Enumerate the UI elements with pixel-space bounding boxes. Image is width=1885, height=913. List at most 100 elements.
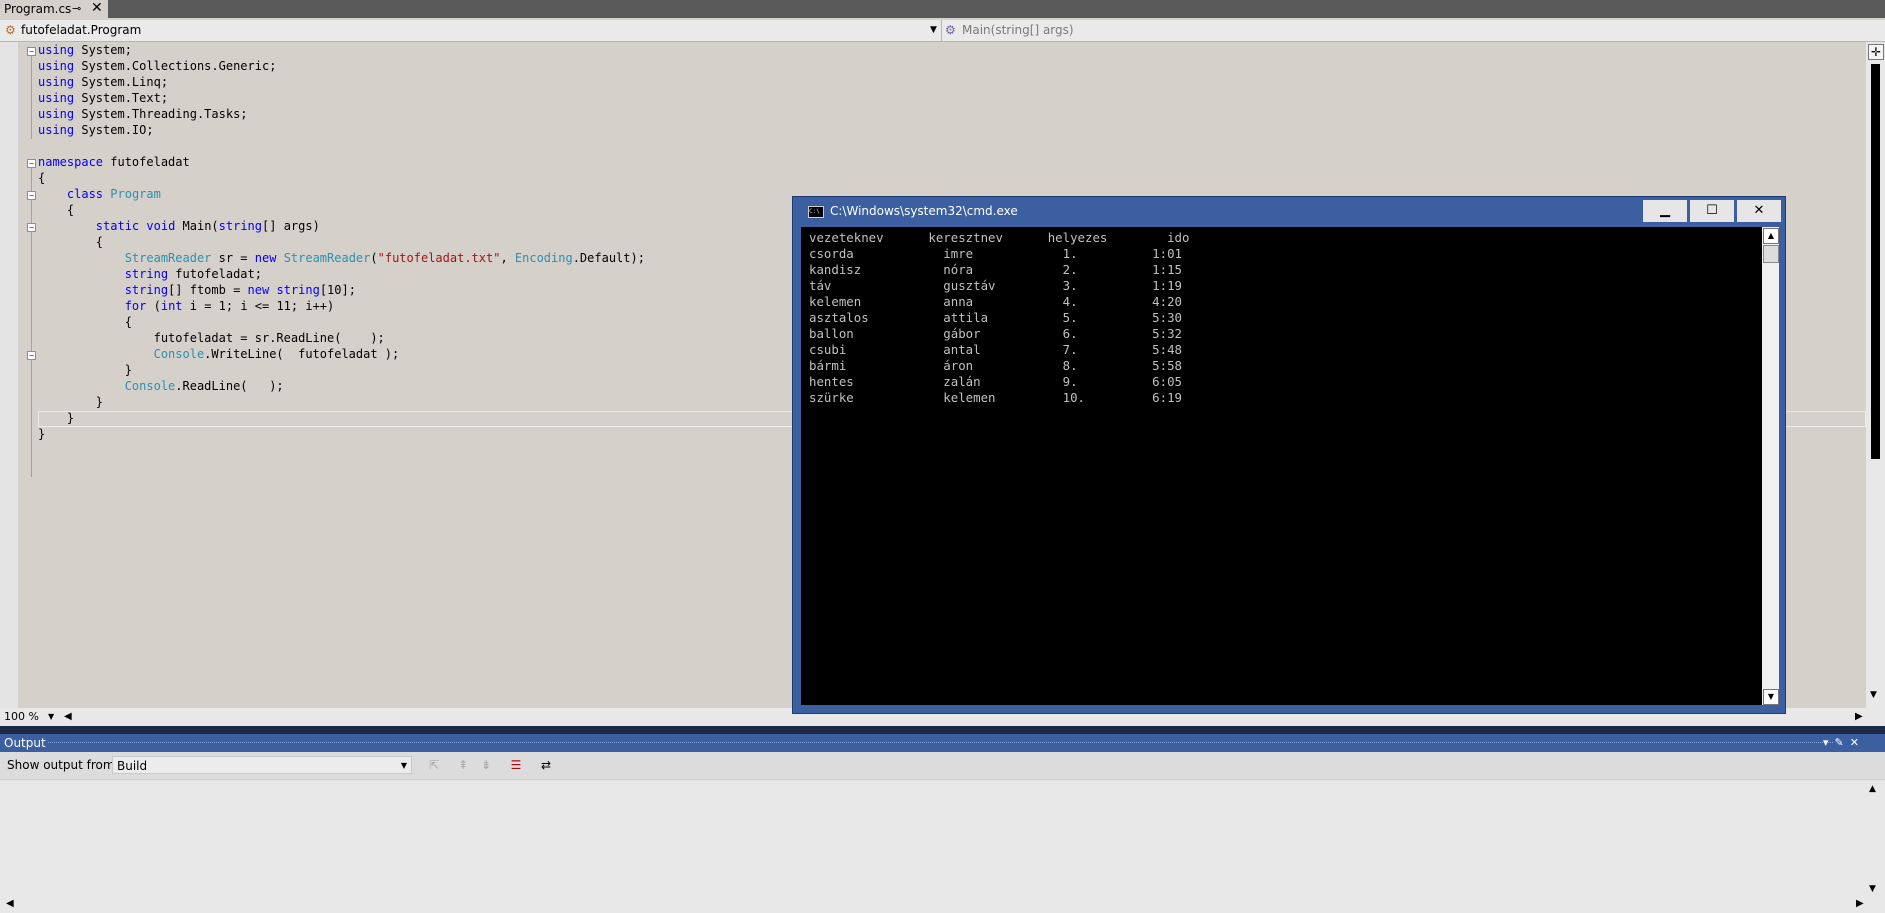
- code-line[interactable]: namespace futofeladat: [38, 154, 190, 170]
- class-selector-dropdown[interactable]: ⚙ futofeladat.Program ▼: [0, 20, 940, 41]
- fold-for-icon[interactable]: −: [27, 351, 36, 360]
- code-token: string: [218, 219, 263, 233]
- code-line[interactable]: Console.WriteLine( futofeladat );: [38, 346, 400, 362]
- fold-namespace-icon[interactable]: −: [27, 159, 36, 168]
- code-line[interactable]: using System.IO;: [38, 122, 154, 138]
- code-line[interactable]: {: [38, 170, 45, 186]
- editor-gutter: [0, 42, 18, 708]
- clear-all-icon[interactable]: ☰: [508, 757, 524, 773]
- minimize-button[interactable]: ▁: [1643, 200, 1687, 222]
- console-line: kelemen anna 4. 4:20: [809, 294, 1182, 309]
- code-line[interactable]: }: [38, 362, 132, 378]
- console-line: szürke kelemen 10. 6:19: [809, 390, 1182, 405]
- outline-guide: [31, 56, 32, 139]
- scroll-up-icon[interactable]: ▲: [1763, 228, 1779, 244]
- code-token: System.Collections.Generic;: [74, 59, 277, 73]
- console-vertical-scrollbar[interactable]: ▲ ▼: [1762, 227, 1779, 705]
- code-token: Program: [110, 187, 161, 201]
- scroll-left-icon[interactable]: ◀: [6, 898, 14, 909]
- code-line[interactable]: using System.Linq;: [38, 74, 168, 90]
- console-title: C:\Windows\system32\cmd.exe: [830, 204, 1018, 218]
- output-source-select[interactable]: Build ▼: [112, 756, 412, 774]
- class-icon: ⚙: [5, 23, 16, 37]
- next-message-icon[interactable]: ⇟: [478, 757, 494, 773]
- console-line: táv gusztáv 3. 1:19: [809, 278, 1182, 293]
- panel-separator[interactable]: [0, 726, 1885, 734]
- tab-program-cs[interactable]: Program.cs ⊸ ✕: [0, 0, 108, 18]
- code-line[interactable]: using System.Text;: [38, 90, 168, 106]
- code-line[interactable]: }: [38, 394, 103, 410]
- code-line[interactable]: }: [38, 426, 45, 442]
- code-line[interactable]: {: [38, 314, 132, 330]
- scroll-down-icon[interactable]: ▼: [1870, 690, 1877, 700]
- code-line[interactable]: static void Main(string[] args): [38, 218, 320, 234]
- code-token: System.Threading.Tasks;: [74, 107, 248, 121]
- code-token: using: [38, 43, 75, 57]
- code-token: {: [38, 203, 75, 217]
- code-token: {: [38, 171, 46, 185]
- code-token: .WriteLine( futofeladat );: [204, 347, 400, 361]
- output-toolbar: Show output from: Build ▼ ⇱ ⇞ ⇟ ☰ ⇄: [0, 752, 1885, 779]
- fold-using-icon[interactable]: −: [27, 47, 36, 56]
- scroll-up-icon[interactable]: ▲: [1869, 784, 1876, 794]
- close-icon[interactable]: ✕: [91, 0, 103, 17]
- code-token: StreamReader: [124, 251, 212, 265]
- code-line[interactable]: using System;: [38, 42, 132, 58]
- code-token: [] args): [262, 219, 320, 233]
- code-line[interactable]: {: [38, 202, 74, 218]
- split-window-icon[interactable]: ✛: [1868, 44, 1884, 60]
- code-line[interactable]: using System.Collections.Generic;: [38, 58, 276, 74]
- code-line[interactable]: class Program: [38, 186, 161, 202]
- editor-vertical-scrollbar[interactable]: ✛ ▼: [1866, 42, 1885, 708]
- scroll-down-icon[interactable]: ▼: [1763, 689, 1779, 705]
- fold-class-icon[interactable]: −: [27, 191, 36, 200]
- code-line[interactable]: string futofeladat;: [38, 266, 262, 282]
- pin-icon[interactable]: ⊸: [72, 0, 81, 18]
- console-output[interactable]: vezeteknev keresztnev helyezes ido csorda…: [801, 227, 1762, 705]
- maximize-button[interactable]: ☐: [1690, 200, 1734, 222]
- member-selector-dropdown[interactable]: ⚙ Main(string[] args): [941, 20, 1885, 41]
- scroll-left-icon[interactable]: ◀: [64, 711, 72, 722]
- code-line[interactable]: for (int i = 1; i <= 11; i++): [38, 298, 335, 314]
- code-line[interactable]: using System.Threading.Tasks;: [38, 106, 248, 122]
- zoom-dropdown[interactable]: 100 % ▼: [0, 708, 58, 726]
- output-text-area[interactable]: ▲ ▼: [0, 779, 1885, 896]
- code-token: }: [38, 395, 104, 409]
- panel-window-controls[interactable]: ▾✎✕: [1823, 734, 1865, 752]
- console-line: asztalos attila 5. 5:30: [809, 310, 1182, 325]
- scrollbar-thumb[interactable]: [1871, 64, 1880, 459]
- code-line[interactable]: string[] ftomb = new string[10];: [38, 282, 356, 298]
- code-line[interactable]: {: [38, 234, 103, 250]
- output-horizontal-scrollbar[interactable]: ◀ ▶: [0, 895, 1885, 913]
- find-message-icon[interactable]: ⇱: [426, 757, 442, 773]
- console-titlebar[interactable]: C:\ C:\Windows\system32\cmd.exe ▁ ☐ ✕: [793, 197, 1785, 226]
- scroll-right-icon[interactable]: ▶: [1856, 898, 1864, 909]
- previous-message-icon[interactable]: ⇞: [455, 757, 471, 773]
- code-token: (: [370, 251, 378, 265]
- code-token: using: [38, 123, 75, 137]
- code-token: .Default);: [572, 251, 645, 265]
- fold-method-icon[interactable]: −: [27, 223, 36, 232]
- scroll-right-icon[interactable]: ▶: [1855, 711, 1863, 722]
- code-token: System.Text;: [74, 91, 169, 105]
- close-button[interactable]: ✕: [1737, 200, 1781, 222]
- code-token: Main(: [175, 219, 219, 233]
- code-token: ,: [500, 251, 515, 265]
- scrollbar-thumb[interactable]: [1763, 245, 1779, 263]
- scroll-down-icon[interactable]: ▼: [1869, 884, 1876, 894]
- code-token: (: [146, 299, 161, 313]
- code-line[interactable]: futofeladat = sr.ReadLine( );: [38, 330, 385, 346]
- toggle-word-wrap-icon[interactable]: ⇄: [538, 757, 554, 773]
- code-line[interactable]: Console.ReadLine( );: [38, 378, 284, 394]
- code-token: }: [38, 427, 46, 441]
- code-line[interactable]: StreamReader sr = new StreamReader("futo…: [38, 250, 645, 266]
- code-token: new: [247, 283, 270, 297]
- code-token: class: [66, 187, 104, 201]
- code-token: futofeladat;: [168, 267, 262, 281]
- output-panel-header: Output ▾✎✕: [0, 734, 1885, 752]
- outline-guide: [31, 168, 32, 477]
